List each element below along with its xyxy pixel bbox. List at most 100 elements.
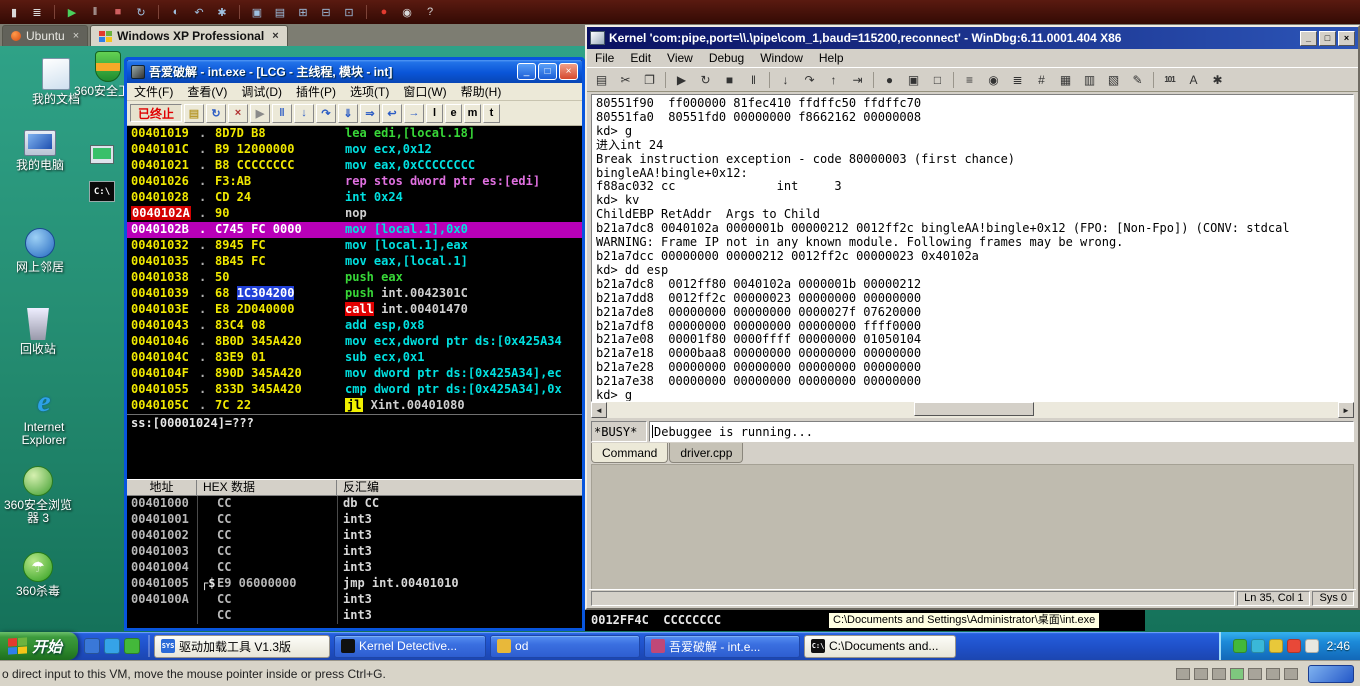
command-input[interactable]: Debuggee is running...: [649, 421, 1354, 442]
quick-launch-ie[interactable]: [104, 638, 121, 654]
vm-tabs-icon[interactable]: ⊡: [339, 3, 359, 21]
menu-plugins[interactable]: 插件(P): [289, 83, 343, 100]
step-over-icon[interactable]: ↷: [798, 69, 821, 90]
copy-icon[interactable]: ❐: [638, 69, 661, 90]
vm-help-icon[interactable]: ?: [420, 3, 440, 21]
maximize-button[interactable]: □: [1319, 30, 1336, 46]
tab-command[interactable]: Command: [591, 443, 669, 463]
close-tab-icon[interactable]: ×: [272, 30, 278, 42]
open-source-file-icon[interactable]: ▤: [590, 69, 613, 90]
panel-button-e[interactable]: e: [445, 103, 462, 123]
disasm-row[interactable]: 00401039. 68 1C304200 push int.0042301C: [127, 286, 582, 302]
menu-edit[interactable]: Edit: [622, 51, 659, 65]
vm-fullscreen-icon[interactable]: ⊞: [293, 3, 313, 21]
vm-devices-icon[interactable]: ≣: [27, 3, 47, 21]
watch-window-icon[interactable]: ◉: [982, 69, 1005, 90]
scroll-right-icon[interactable]: ►: [1338, 402, 1354, 418]
dump-row[interactable]: 00401000 CC db CC: [127, 496, 582, 512]
restart-icon[interactable]: ↻: [206, 103, 226, 123]
tray-360-icon[interactable]: [1232, 639, 1247, 653]
breakpoint-icon[interactable]: ●: [878, 69, 901, 90]
windbg-titlebar[interactable]: Kernel 'com:pipe,port=\\.\pipe\com_1,bau…: [587, 27, 1358, 49]
menu-options[interactable]: 选项(T): [343, 83, 396, 100]
ollydbg-titlebar[interactable]: 吾爱破解 - int.exe - [LCG - 主线程, 模块 - int] _…: [127, 60, 582, 83]
menu-help[interactable]: 帮助(H): [454, 83, 509, 100]
command-window-icon[interactable]: ≡: [958, 69, 981, 90]
options-icon[interactable]: ✱: [1206, 69, 1229, 90]
vm-floppy-icon[interactable]: [1212, 667, 1226, 680]
task-button-od-folder[interactable]: od: [490, 634, 641, 658]
step-into-icon[interactable]: ↓: [774, 69, 797, 90]
close-button[interactable]: ×: [559, 63, 578, 80]
open-file-icon[interactable]: ▤: [184, 103, 204, 123]
source-mode-off-icon[interactable]: □: [926, 69, 949, 90]
vm-monitor-icon[interactable]: ▤: [270, 3, 290, 21]
desktop-icon-360-browser[interactable]: 360安全浏览器 3: [2, 460, 74, 525]
pause-icon[interactable]: ‖: [272, 103, 292, 123]
close-tab-icon[interactable]: ×: [73, 30, 79, 42]
vm-play-icon[interactable]: ▶: [62, 3, 82, 21]
disasm-row[interactable]: 0040102B. C745 FC 0000 mov [local.1],0x0: [127, 222, 582, 238]
disasm-row[interactable]: 00401028. CD 24 int 0x24: [127, 190, 582, 206]
disasm-row[interactable]: 00401021. B8 CCCCCCCC mov eax,0xCCCCCCCC: [127, 158, 582, 174]
menu-debug[interactable]: Debug: [701, 51, 752, 65]
tray-antivirus-icon[interactable]: [1286, 639, 1301, 653]
memory-101-icon[interactable]: 101: [1158, 69, 1181, 90]
tab-ubuntu[interactable]: Ubuntu ×: [2, 25, 89, 46]
locals-window-icon[interactable]: ≣: [1006, 69, 1029, 90]
minimize-button[interactable]: _: [517, 63, 536, 80]
execute-till-return-icon[interactable]: ↩: [382, 103, 402, 123]
start-button[interactable]: 开始: [0, 632, 79, 660]
quick-launch-360[interactable]: [124, 638, 141, 654]
dump-row[interactable]: 0040100A CC int3: [127, 592, 582, 608]
dump-row[interactable]: CC int3: [127, 608, 582, 624]
run-icon[interactable]: ▶: [250, 103, 270, 123]
desktop-icon-network[interactable]: 网上邻居: [4, 222, 76, 274]
menu-help[interactable]: Help: [811, 51, 852, 65]
vm-reset-icon[interactable]: ↻: [131, 3, 151, 21]
dump-row[interactable]: 00401005 ┌$ E9 06000000 jmp int.00401010: [127, 576, 582, 592]
vm-capture-icon[interactable]: ◉: [397, 3, 417, 21]
tray-volume-icon[interactable]: [1304, 639, 1319, 653]
dump-row[interactable]: 00401004 CC int3: [127, 560, 582, 576]
step-over-icon[interactable]: ↷: [316, 103, 336, 123]
cut-icon[interactable]: ✂: [614, 69, 637, 90]
disasm-row[interactable]: 00401046. 8B0D 345A420 mov ecx,dword ptr d…: [127, 334, 582, 350]
tab-driver-cpp[interactable]: driver.cpp: [669, 443, 744, 463]
vm-pause-icon[interactable]: ‖: [85, 3, 105, 21]
command-output[interactable]: 80551f90 ff000000 81fec410 ffdffc50 ffdf…: [591, 94, 1354, 402]
vm-hdd-icon[interactable]: [1176, 667, 1190, 680]
task-button-kernel-detective[interactable]: Kernel Detective...: [334, 634, 487, 658]
vm-settings-icon[interactable]: ✱: [212, 3, 232, 21]
disasm-row[interactable]: 00401043. 83C4 08 add esp,0x8: [127, 318, 582, 334]
vm-revert-icon[interactable]: ↶: [189, 3, 209, 21]
scrollbar-thumb[interactable]: [914, 402, 1035, 416]
disasm-row[interactable]: 00401038. 50 push eax: [127, 270, 582, 286]
maximize-button[interactable]: □: [538, 63, 557, 80]
task-button-ollydbg[interactable]: 吾爱破解 - int.e...: [644, 634, 801, 658]
desktop-icon-recycle-bin[interactable]: 回收站: [2, 304, 74, 356]
menu-file[interactable]: File: [587, 51, 622, 65]
disasm-row[interactable]: 0040102A. 90 nop: [127, 206, 582, 222]
task-button-driver-loader[interactable]: SYS 驱动加载工具 V1.3版: [154, 634, 331, 658]
animate-over-icon[interactable]: ⇒: [360, 103, 380, 123]
tab-windows-xp[interactable]: Windows XP Professional ×: [90, 25, 288, 46]
disassembly-window-icon[interactable]: ▧: [1102, 69, 1125, 90]
registers-window-icon[interactable]: #: [1030, 69, 1053, 90]
vm-cdrom-icon[interactable]: [1194, 667, 1208, 680]
source-mode-on-icon[interactable]: ▣: [902, 69, 925, 90]
vm-usb-icon[interactable]: [1248, 667, 1262, 680]
menu-file[interactable]: 文件(F): [127, 83, 180, 100]
break-icon[interactable]: ‖: [742, 69, 765, 90]
disasm-row[interactable]: 00401055. 833D 345A420 cmp dword ptr ds:[0…: [127, 382, 582, 398]
vm-sound-icon[interactable]: [1266, 667, 1280, 680]
vm-console-icon[interactable]: ▣: [247, 3, 267, 21]
tray-safety-icon[interactable]: [1250, 639, 1265, 653]
disasm-row[interactable]: 00401035. 8B45 FC mov eax,[local.1]: [127, 254, 582, 270]
dump-pane[interactable]: 00401000 CC db CC 00401001 CC int3 00401002 CC i…: [127, 496, 582, 624]
disasm-row[interactable]: 0040104F. 890D 345A420 mov dword ptr ds:[0…: [127, 366, 582, 382]
go-icon[interactable]: ▶: [670, 69, 693, 90]
dump-row[interactable]: 00401003 CC int3: [127, 544, 582, 560]
vm-network-icon[interactable]: [1230, 667, 1244, 680]
menu-debug[interactable]: 调试(D): [234, 83, 289, 100]
